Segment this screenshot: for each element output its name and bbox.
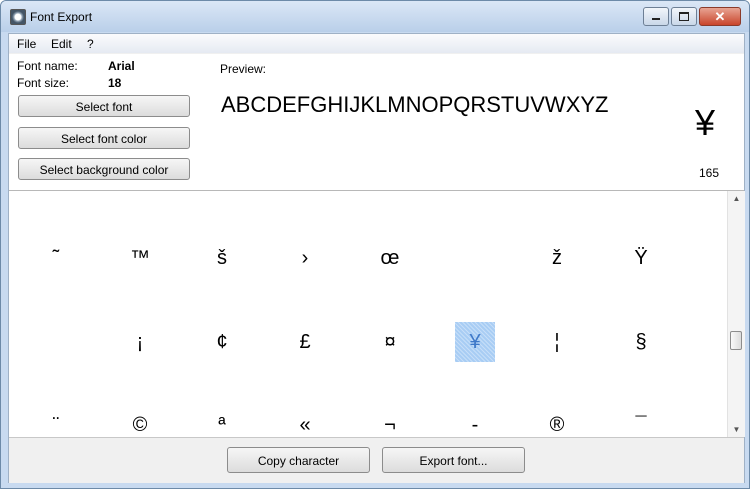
- character-cell[interactable]: §: [621, 322, 661, 362]
- character-cell[interactable]: Ÿ: [621, 238, 661, 278]
- select-font-color-button[interactable]: Select font color: [18, 127, 190, 149]
- font-size-value: 18: [108, 76, 122, 90]
- character-cell[interactable]: ª: [202, 405, 242, 437]
- menu-file[interactable]: File: [17, 37, 36, 51]
- character-cell[interactable]: ¤: [370, 322, 410, 362]
- scroll-down-icon[interactable]: ▼: [728, 422, 745, 437]
- character-cell[interactable]: ¯: [621, 405, 661, 437]
- app-icon: [10, 9, 26, 25]
- selected-char-code: 165: [699, 166, 720, 180]
- character-cell[interactable]: ˜: [36, 238, 76, 278]
- scroll-thumb[interactable]: [730, 331, 742, 350]
- character-cell[interactable]: -: [455, 405, 495, 437]
- character-cell[interactable]: š: [202, 238, 242, 278]
- character-cell[interactable]: ©: [120, 405, 160, 437]
- minimize-button[interactable]: [643, 7, 669, 26]
- client-area: File Edit ? Font name: Arial Font size: …: [8, 33, 745, 483]
- character-cell[interactable]: ¬: [370, 405, 410, 437]
- font-settings-panel: Font name: Arial Font size: 18 Select fo…: [9, 54, 744, 191]
- window-title: Font Export: [30, 10, 93, 24]
- character-cell[interactable]: ¥: [455, 322, 495, 362]
- character-cell[interactable]: £: [285, 322, 325, 362]
- preview-label: Preview:: [220, 62, 267, 76]
- character-cell[interactable]: ¨: [36, 405, 76, 437]
- character-cell[interactable]: ¢: [202, 322, 242, 362]
- font-name-label: Font name:: [17, 59, 78, 73]
- character-cell[interactable]: ž: [537, 238, 577, 278]
- preview-text: ABCDEFGHIJKLMNOPQRSTUVWXYZ: [221, 92, 609, 117]
- minimize-icon: [652, 18, 660, 20]
- title-bar[interactable]: Font Export ✕: [1, 1, 749, 32]
- menu-edit[interactable]: Edit: [51, 37, 72, 51]
- copy-character-button[interactable]: Copy character: [227, 447, 370, 473]
- character-cell[interactable]: ¡: [120, 322, 160, 362]
- menu-help[interactable]: ?: [87, 37, 94, 51]
- character-grid: ˜ ™ š › œ ž Ÿ ¡ ¢ £ ¤ ¥ ¦ § ¨ © ª « ¬ - ® ¯: [9, 191, 727, 437]
- close-button[interactable]: ✕: [699, 7, 741, 26]
- select-font-button[interactable]: Select font: [18, 95, 190, 117]
- font-size-label: Font size:: [17, 76, 70, 90]
- export-font-button[interactable]: Export font...: [382, 447, 525, 473]
- font-name-value: Arial: [108, 59, 135, 73]
- character-cell[interactable]: œ: [370, 238, 410, 278]
- select-background-color-button[interactable]: Select background color: [18, 158, 190, 180]
- maximize-button[interactable]: [671, 7, 697, 26]
- character-cell[interactable]: ™: [120, 238, 160, 278]
- scroll-up-icon[interactable]: ▲: [728, 191, 745, 206]
- app-window: Font Export ✕ File Edit ? Font name: Ari…: [0, 0, 750, 489]
- character-cell[interactable]: ®: [537, 405, 577, 437]
- bottom-button-bar: Copy character Export font...: [9, 437, 744, 483]
- close-icon: ✕: [714, 9, 726, 24]
- character-cell[interactable]: «: [285, 405, 325, 437]
- maximize-icon: [679, 12, 689, 21]
- selected-char-preview: ¥: [695, 102, 716, 143]
- menu-bar: File Edit ?: [9, 34, 744, 53]
- character-cell[interactable]: [455, 238, 495, 278]
- character-cell[interactable]: ›: [285, 238, 325, 278]
- vertical-scrollbar[interactable]: ▲ ▼: [727, 191, 745, 437]
- character-cell[interactable]: ¦: [537, 322, 577, 362]
- character-cell[interactable]: [36, 322, 76, 362]
